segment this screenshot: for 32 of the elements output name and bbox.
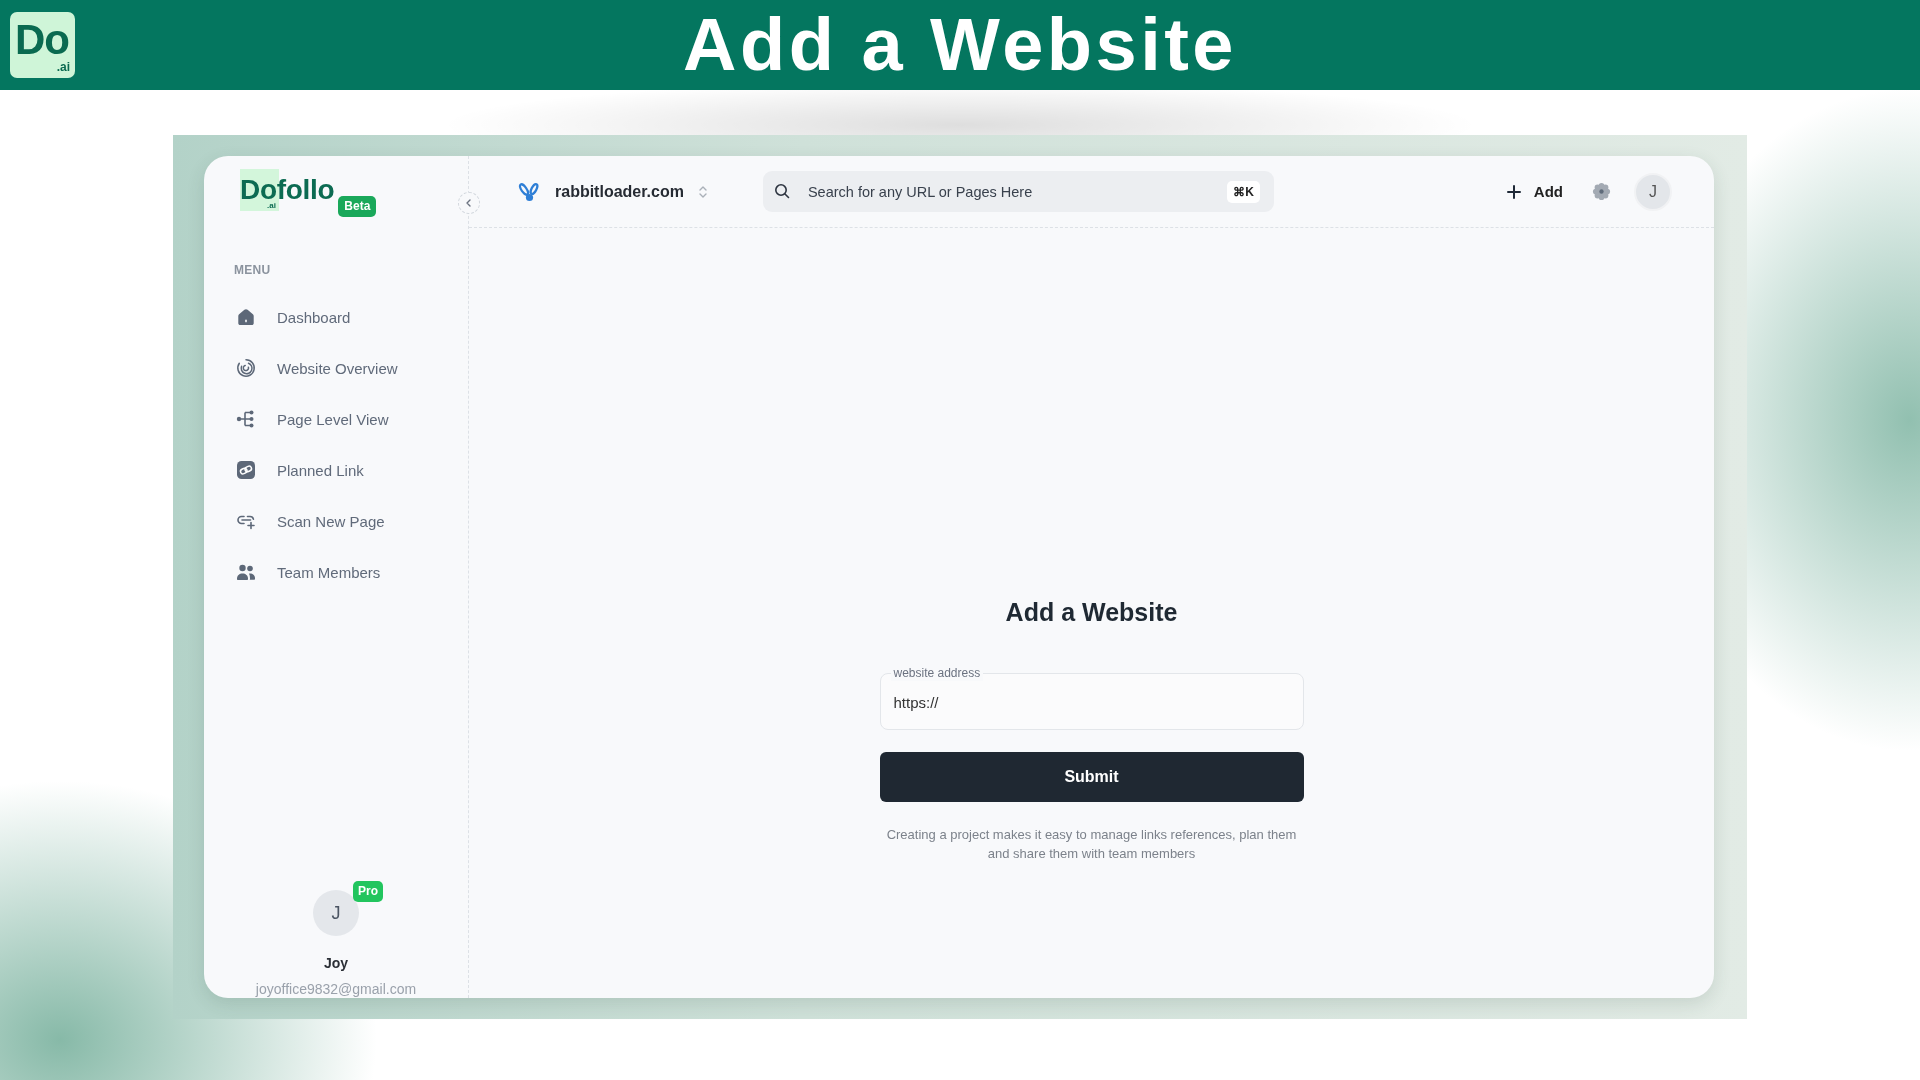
sidebar-item[interactable]: Planned Link — [228, 450, 445, 490]
logo-suffix: .ai — [56, 61, 70, 73]
form-title: Add a Website — [1005, 597, 1178, 627]
site-selector[interactable]: rabbitloader.com — [517, 181, 708, 202]
search-icon — [773, 183, 790, 199]
user-email: joyoffice9832@gmail.com — [255, 981, 417, 998]
sidebar-item[interactable]: Scan New Page — [228, 501, 445, 541]
sidebar-item[interactable]: Dashboard — [228, 297, 445, 337]
shortcut-key: ⌘K — [1227, 181, 1260, 203]
settings-icon[interactable] — [1592, 182, 1611, 201]
add-button[interactable]: Add — [1506, 183, 1563, 200]
user-name: Joy — [323, 955, 349, 972]
submit-button[interactable]: Submit — [879, 752, 1304, 802]
logo-text: Do — [15, 19, 69, 61]
sidebar-item[interactable]: Website Overview — [228, 348, 445, 388]
concentric-arcs-icon — [236, 358, 256, 378]
logo-suffix: .ai — [267, 201, 276, 210]
sidebar-item[interactable]: Page Level View — [228, 399, 445, 439]
pro-badge: Pro — [353, 881, 383, 902]
beta-badge: Beta — [338, 196, 377, 217]
link-icon — [236, 460, 256, 480]
plus-icon — [1506, 184, 1521, 199]
hierarchy-icon — [236, 409, 256, 429]
menu-heading: MENU — [234, 263, 272, 277]
page-title: Add a Website — [683, 2, 1237, 88]
avatar-button[interactable]: J — [1634, 172, 1672, 211]
house-icon — [236, 307, 256, 327]
people-icon — [236, 562, 256, 582]
help-text: Creating a project makes it easy to manage links references, plan them and share them with team members — [885, 826, 1298, 863]
bunny-icon — [517, 181, 541, 202]
sidebar-item[interactable]: Team Members — [228, 552, 445, 592]
user-avatar: J — [313, 890, 359, 936]
